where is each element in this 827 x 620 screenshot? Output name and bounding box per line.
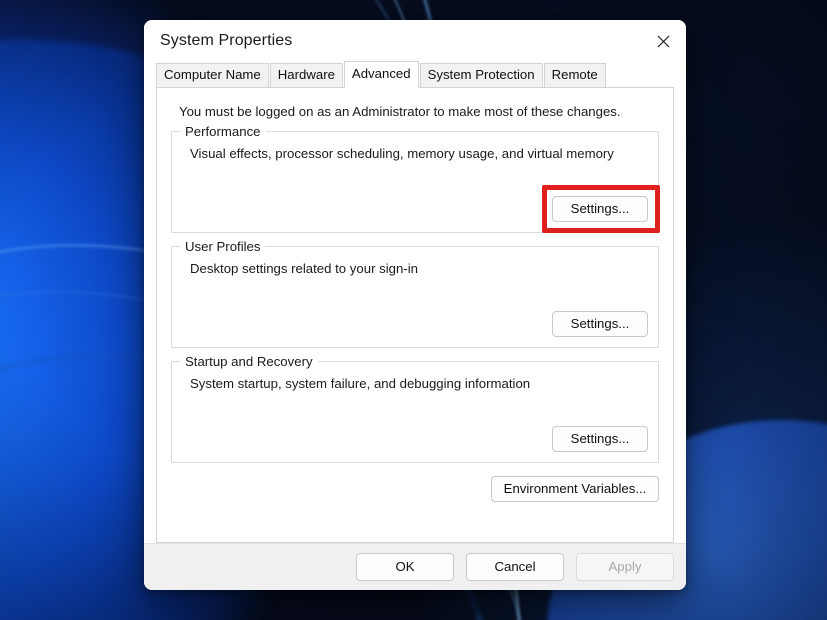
performance-description: Visual effects, processor scheduling, me… [190, 146, 614, 161]
ok-button[interactable]: OK [356, 553, 454, 581]
startup-recovery-group-title: Startup and Recovery [180, 354, 318, 369]
performance-settings-button[interactable]: Settings... [552, 196, 648, 222]
startup-recovery-description: System startup, system failure, and debu… [190, 376, 531, 391]
administrator-note: You must be logged on as an Administrato… [179, 104, 621, 119]
dialog-footer: OK Cancel Apply [144, 543, 686, 590]
user-profiles-group: User Profiles Desktop settings related t… [171, 239, 659, 348]
tab-hardware[interactable]: Hardware [269, 63, 343, 88]
environment-variables-row: Environment Variables... [171, 476, 659, 506]
close-icon[interactable] [640, 20, 686, 62]
user-profiles-group-title: User Profiles [180, 239, 266, 254]
startup-recovery-settings-button[interactable]: Settings... [552, 426, 648, 452]
tab-system-protection[interactable]: System Protection [419, 63, 543, 88]
environment-variables-button[interactable]: Environment Variables... [491, 476, 659, 502]
desktop-background: System Properties Computer Name Hardware… [0, 0, 827, 620]
performance-group-title: Performance [180, 124, 266, 139]
startup-recovery-group: Startup and Recovery System startup, sys… [171, 354, 659, 463]
user-profiles-settings-button[interactable]: Settings... [552, 311, 648, 337]
cancel-button[interactable]: Cancel [466, 553, 564, 581]
tab-advanced[interactable]: Advanced [343, 61, 419, 88]
tab-strip: Computer Name Hardware Advanced System P… [144, 61, 686, 88]
advanced-tab-panel: You must be logged on as an Administrato… [156, 88, 674, 543]
tab-remote[interactable]: Remote [543, 63, 606, 88]
user-profiles-description: Desktop settings related to your sign-in [190, 261, 418, 276]
tab-computer-name[interactable]: Computer Name [156, 63, 269, 88]
apply-button: Apply [576, 553, 674, 581]
title-bar[interactable]: System Properties [144, 20, 686, 62]
window-title: System Properties [160, 32, 293, 49]
performance-group: Performance Visual effects, processor sc… [171, 124, 659, 233]
system-properties-dialog: System Properties Computer Name Hardware… [144, 20, 686, 590]
